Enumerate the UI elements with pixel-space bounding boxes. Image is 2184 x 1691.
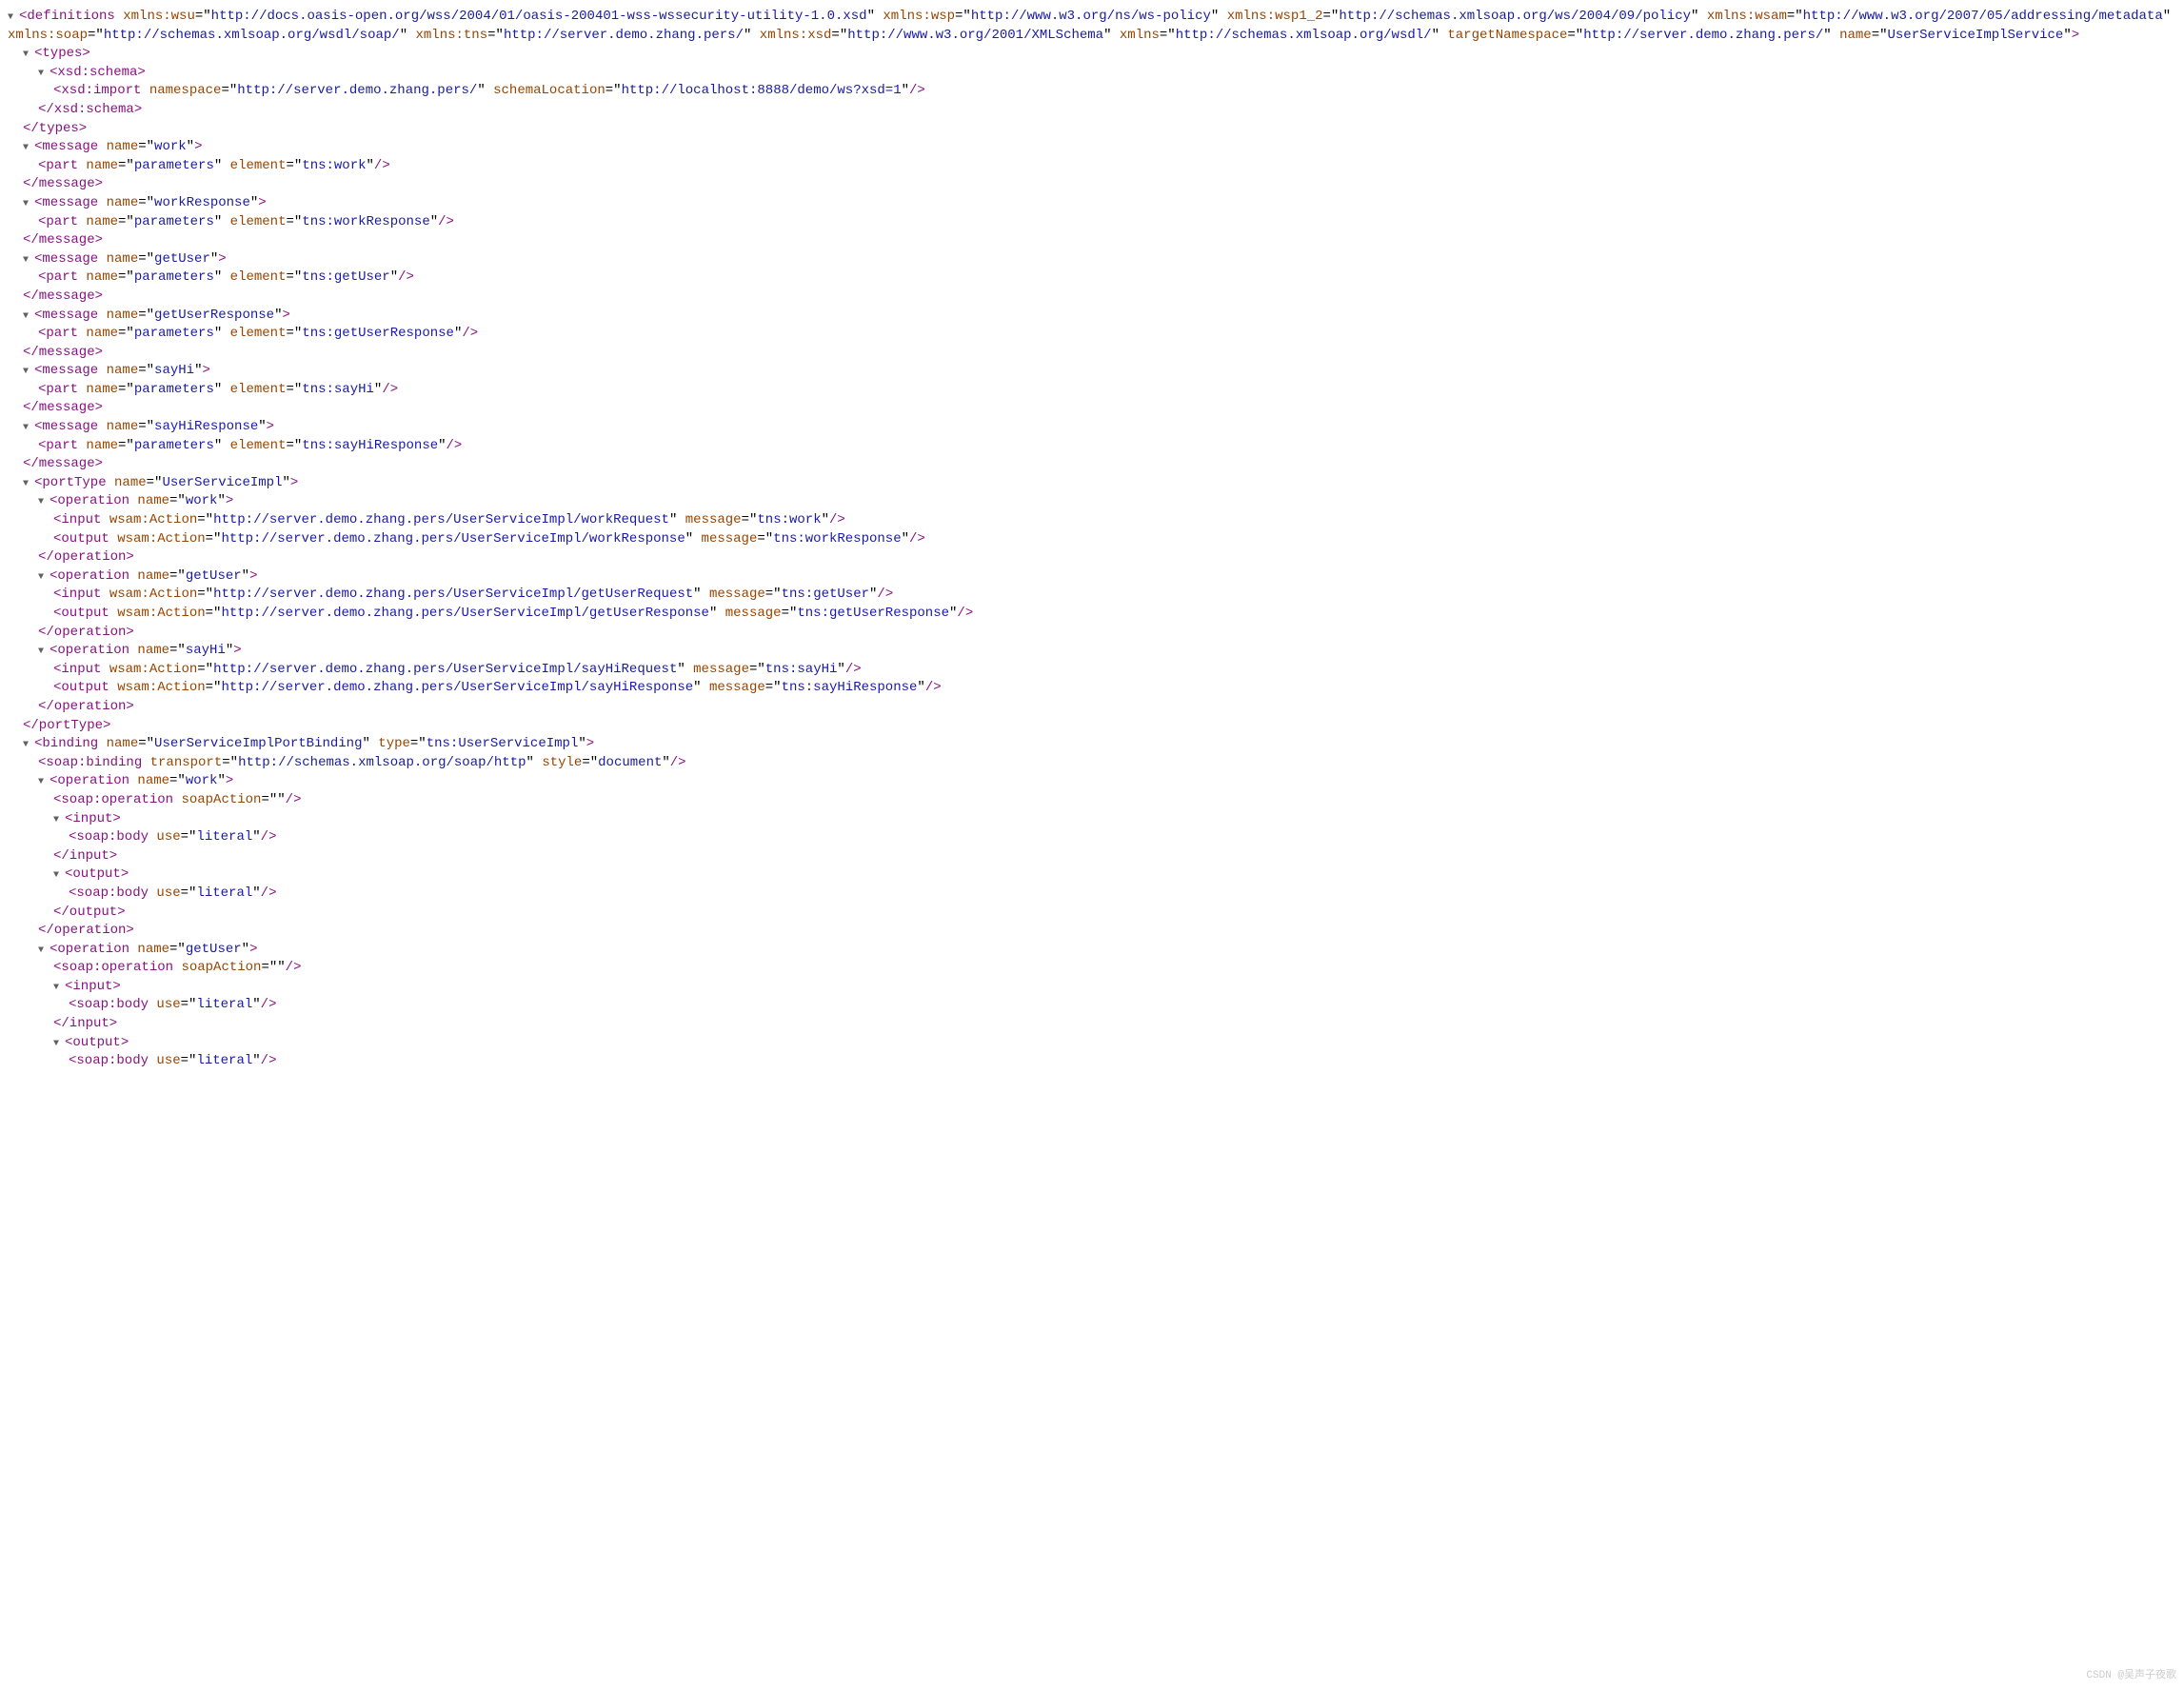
xml-element-part: <part name="parameters" element="tns:get… (8, 325, 2176, 344)
collapse-arrow-icon[interactable]: ▼ (53, 869, 65, 883)
xml-element-message: ▼<message name="sayHiResponse"> (8, 418, 2176, 437)
xml-element-input: ▼<input> (8, 810, 2176, 829)
xml-tree-root: ▼<definitions xmlns:wsu="http://docs.oas… (8, 8, 2176, 1071)
xml-close-types: </types> (8, 120, 2176, 139)
xml-close-operation: </operation> (8, 548, 2176, 567)
xml-element-output: <output wsam:Action="http://server.demo.… (8, 605, 2176, 624)
xml-element-input: ▼<input> (8, 978, 2176, 997)
collapse-arrow-icon[interactable]: ▼ (23, 366, 34, 379)
collapse-arrow-icon[interactable]: ▼ (38, 496, 50, 509)
xml-element-operation: ▼<operation name="sayHi"> (8, 642, 2176, 661)
xml-element-binding: ▼<binding name="UserServiceImplPortBindi… (8, 735, 2176, 754)
xml-element-types: ▼<types> (8, 45, 2176, 64)
collapse-arrow-icon[interactable]: ▼ (38, 68, 50, 81)
xml-close-operation: </operation> (8, 922, 2176, 941)
xml-close-message: </message> (8, 175, 2176, 194)
collapse-arrow-icon[interactable]: ▼ (38, 945, 50, 958)
xml-element-part: <part name="parameters" element="tns:say… (8, 381, 2176, 400)
xml-close-message: </message> (8, 399, 2176, 418)
xml-close-input: </input> (8, 1015, 2176, 1034)
xml-close-operation: </operation> (8, 624, 2176, 643)
xml-element-xsd-import: <xsd:import namespace="http://server.dem… (8, 82, 2176, 101)
xml-element-soap-body: <soap:body use="literal"/> (8, 828, 2176, 847)
xml-element-message: ▼<message name="work"> (8, 138, 2176, 157)
xml-element-soap-body: <soap:body use="literal"/> (8, 885, 2176, 904)
xml-close-input: </input> (8, 847, 2176, 866)
collapse-arrow-icon[interactable]: ▼ (23, 49, 34, 62)
xml-element-operation: ▼<operation name="getUser"> (8, 941, 2176, 960)
xml-element-input: <input wsam:Action="http://server.demo.z… (8, 661, 2176, 680)
collapse-arrow-icon[interactable]: ▼ (23, 198, 34, 211)
xml-element-message: ▼<message name="getUser"> (8, 250, 2176, 269)
xml-element-output: <output wsam:Action="http://server.demo.… (8, 679, 2176, 698)
xml-element-operation: ▼<operation name="getUser"> (8, 567, 2176, 587)
xml-close-xsd-schema: </xsd:schema> (8, 101, 2176, 120)
xml-element-xsd-schema: ▼<xsd:schema> (8, 64, 2176, 83)
collapse-arrow-icon[interactable]: ▼ (53, 1038, 65, 1051)
xml-element-soap-body: <soap:body use="literal"/> (8, 996, 2176, 1015)
xml-close-porttype: </portType> (8, 717, 2176, 736)
collapse-arrow-icon[interactable]: ▼ (23, 254, 34, 268)
collapse-arrow-icon[interactable]: ▼ (23, 310, 34, 324)
xml-element-soap-operation: <soap:operation soapAction=""/> (8, 791, 2176, 810)
collapse-arrow-icon[interactable]: ▼ (53, 982, 65, 995)
collapse-arrow-icon[interactable]: ▼ (38, 571, 50, 585)
xml-element-part: <part name="parameters" element="tns:wor… (8, 213, 2176, 232)
xml-element-soap-body: <soap:body use="literal"/> (8, 1052, 2176, 1071)
xml-element-porttype: ▼<portType name="UserServiceImpl"> (8, 474, 2176, 493)
xml-element-operation: ▼<operation name="work"> (8, 492, 2176, 511)
xml-element-output: ▼<output> (8, 1034, 2176, 1053)
collapse-arrow-icon[interactable]: ▼ (23, 739, 34, 752)
collapse-arrow-icon[interactable]: ▼ (23, 478, 34, 491)
watermark: CSDN @吴声子夜歌 (2086, 1669, 2176, 1683)
collapse-arrow-icon[interactable]: ▼ (8, 11, 19, 25)
xml-close-output: </output> (8, 904, 2176, 923)
collapse-arrow-icon[interactable]: ▼ (38, 776, 50, 789)
xml-element-message: ▼<message name="sayHi"> (8, 362, 2176, 381)
xml-element-message: ▼<message name="workResponse"> (8, 194, 2176, 213)
xml-close-message: </message> (8, 455, 2176, 474)
xml-close-operation: </operation> (8, 698, 2176, 717)
xml-element-part: <part name="parameters" element="tns:say… (8, 437, 2176, 456)
xml-element-output: ▼<output> (8, 865, 2176, 885)
xml-element-input: <input wsam:Action="http://server.demo.z… (8, 586, 2176, 605)
xml-element-output: <output wsam:Action="http://server.demo.… (8, 530, 2176, 549)
xml-element-operation: ▼<operation name="work"> (8, 772, 2176, 791)
xml-close-message: </message> (8, 288, 2176, 307)
collapse-arrow-icon[interactable]: ▼ (38, 646, 50, 659)
collapse-arrow-icon[interactable]: ▼ (23, 142, 34, 155)
xml-close-message: </message> (8, 231, 2176, 250)
collapse-arrow-icon[interactable]: ▼ (23, 422, 34, 435)
xml-element-message: ▼<message name="getUserResponse"> (8, 307, 2176, 326)
xml-element-part: <part name="parameters" element="tns:get… (8, 269, 2176, 288)
xml-element-input: <input wsam:Action="http://server.demo.z… (8, 511, 2176, 530)
collapse-arrow-icon[interactable]: ▼ (53, 814, 65, 827)
xml-element-soap-operation: <soap:operation soapAction=""/> (8, 959, 2176, 978)
xml-element-soap-binding: <soap:binding transport="http://schemas.… (8, 754, 2176, 773)
xml-element-part: <part name="parameters" element="tns:wor… (8, 157, 2176, 176)
xml-element-definitions: ▼<definitions xmlns:wsu="http://docs.oas… (8, 8, 2176, 45)
xml-close-message: </message> (8, 344, 2176, 363)
